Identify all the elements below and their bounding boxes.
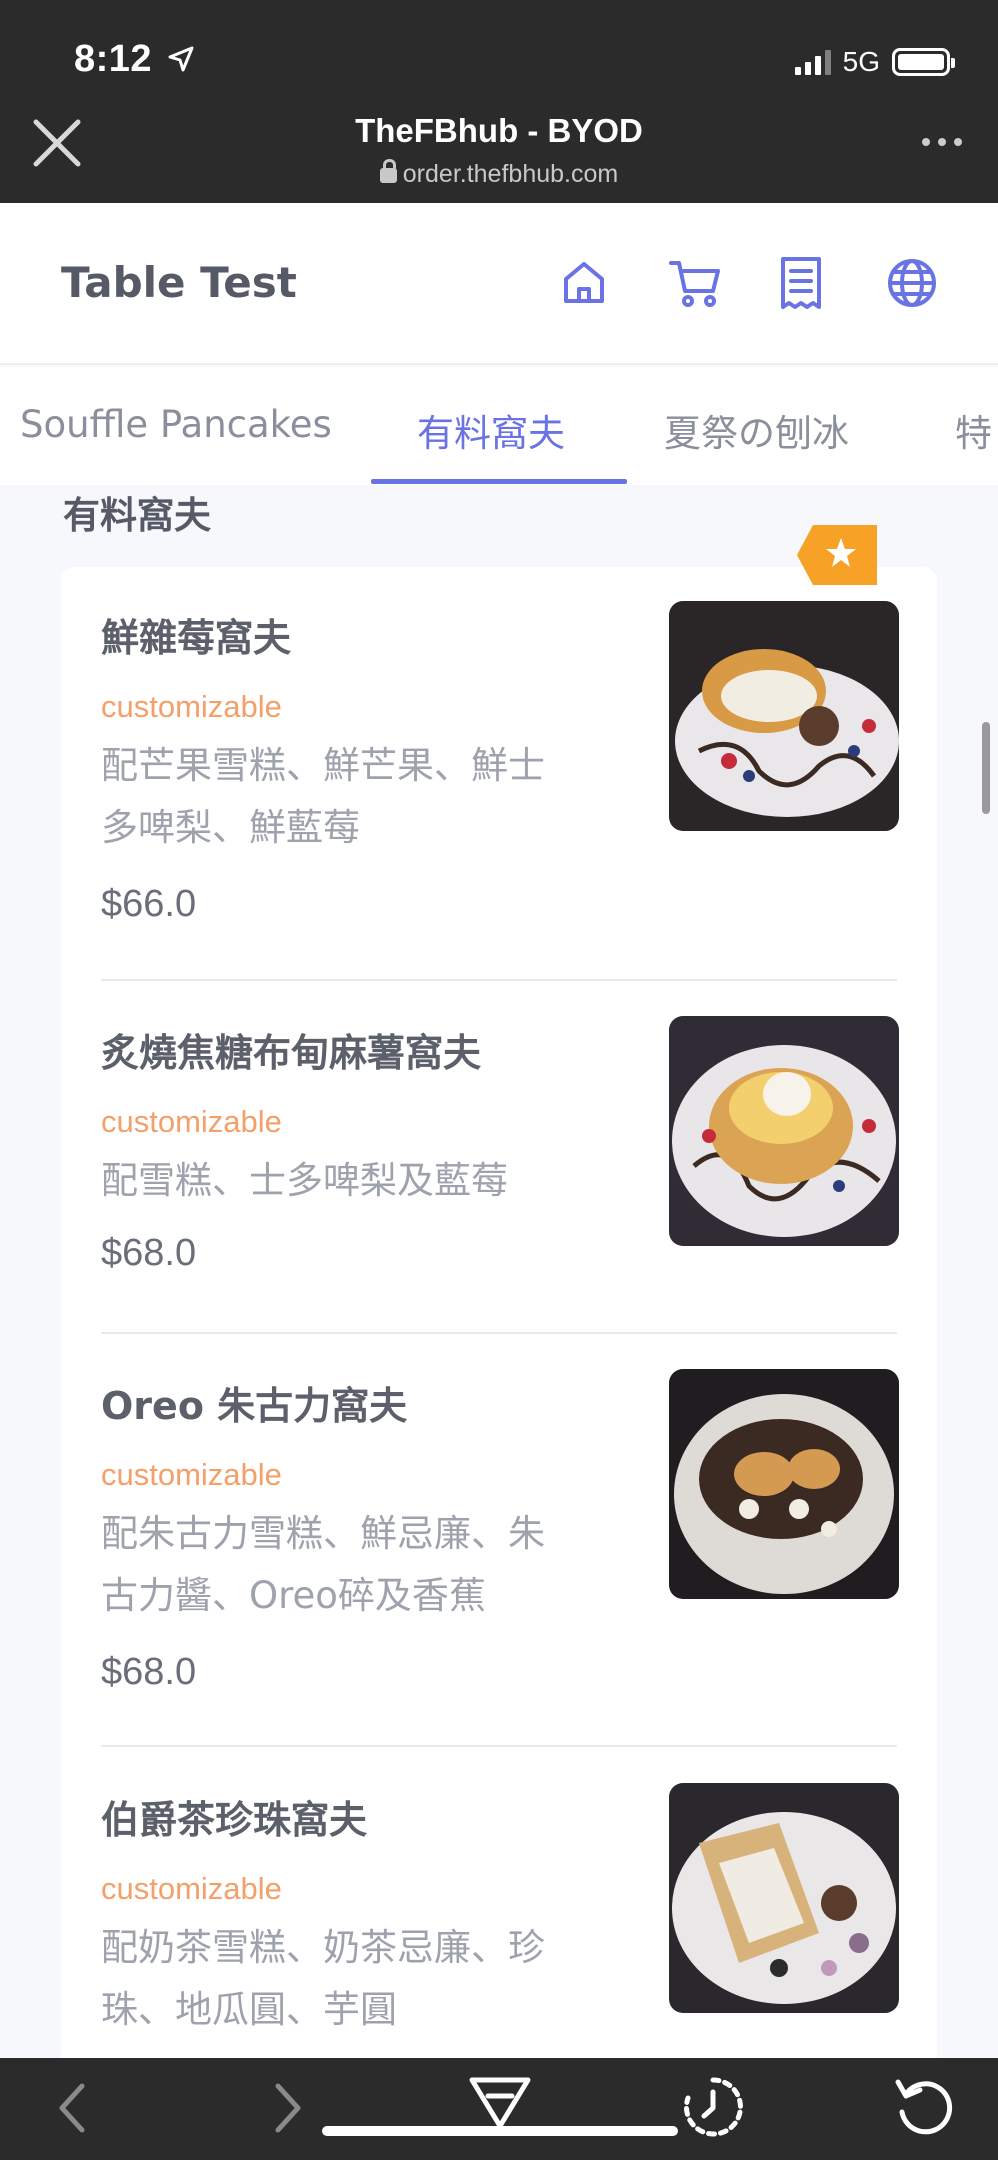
refresh-icon[interactable] bbox=[892, 2074, 956, 2140]
tab-souffle-pancakes[interactable]: Souffle Pancakes bbox=[20, 403, 332, 446]
history-icon[interactable] bbox=[680, 2074, 746, 2140]
home-indicator[interactable] bbox=[322, 2126, 678, 2136]
item-price: $68.0 bbox=[101, 1232, 197, 1274]
item-image bbox=[669, 1783, 899, 2013]
item-description: 配奶茶雪糕、奶茶忌廉、珍珠、地瓜圓、芋圓 bbox=[101, 1926, 545, 2031]
featured-star-icon bbox=[797, 525, 877, 585]
network-label: 5G bbox=[842, 46, 880, 77]
tab-waffles[interactable]: 有料窩夫 bbox=[417, 403, 565, 457]
menu-card: 鮮雜莓窩夫 customizable 配芒果雪糕、鮮芒果、鮮士多啤梨、鮮藍莓 $… bbox=[61, 567, 937, 2058]
menu-item[interactable]: Oreo 朱古力窩夫 customizable 配朱古力雪糕、鮮忌廉、朱古力醬、… bbox=[101, 1369, 899, 1745]
tab-shaved-ice[interactable]: 夏祭の刨冰 bbox=[664, 403, 849, 457]
menu-item[interactable]: 鮮雜莓窩夫 customizable 配芒果雪糕、鮮芒果、鮮士多啤梨、鮮藍莓 $… bbox=[101, 601, 899, 977]
share-icon[interactable] bbox=[468, 2074, 532, 2132]
tab-special[interactable]: 特 bbox=[955, 403, 992, 457]
signal-icon bbox=[794, 49, 831, 75]
browser-url-text: order.thefbhub.com bbox=[402, 160, 619, 188]
active-tab-indicator bbox=[371, 479, 627, 484]
menu-item[interactable]: 炙燒焦糖布甸麻薯窩夫 customizable 配雪糕、士多啤梨及藍莓 $68.… bbox=[101, 1016, 899, 1322]
item-image bbox=[669, 1369, 899, 1599]
category-tabs: Souffle Pancakes 有料窩夫 夏祭の刨冰 特 bbox=[0, 367, 998, 485]
item-image bbox=[669, 1016, 899, 1246]
item-image bbox=[669, 601, 899, 831]
battery-icon bbox=[892, 48, 955, 76]
receipt-icon[interactable] bbox=[773, 255, 829, 311]
item-description: 配雪糕、士多啤梨及藍莓 bbox=[101, 1159, 508, 1202]
app-header: Table Test bbox=[0, 203, 998, 365]
menu-item[interactable]: 伯爵茶珍珠窩夫 customizable 配奶茶雪糕、奶茶忌廉、珍珠、地瓜圓、芋… bbox=[101, 1783, 899, 2058]
item-divider bbox=[101, 1332, 897, 1334]
more-options-icon[interactable] bbox=[922, 138, 962, 146]
item-tag: customizable bbox=[101, 689, 282, 724]
item-description: 配朱古力雪糕、鮮忌廉、朱古力醬、Oreo碎及香蕉 bbox=[101, 1512, 545, 1617]
page: 8:12 5G TheFBhub - BYOD order.thefbhub.c… bbox=[0, 0, 998, 2160]
browser-title: TheFBhub - BYOD bbox=[355, 112, 643, 149]
item-description: 配芒果雪糕、鮮芒果、鮮士多啤梨、鮮藍莓 bbox=[101, 744, 545, 849]
item-divider bbox=[101, 1745, 897, 1747]
status-time: 8:12 bbox=[74, 38, 153, 80]
item-price: $68.0 bbox=[101, 1651, 197, 1693]
item-tag: customizable bbox=[101, 1457, 282, 1492]
status-indicators: 5G bbox=[794, 46, 955, 78]
page-title: Table Test bbox=[61, 258, 297, 307]
cart-icon[interactable] bbox=[667, 255, 723, 311]
globe-icon[interactable] bbox=[884, 255, 940, 311]
forward-icon[interactable] bbox=[268, 2078, 308, 2138]
item-price: $66.0 bbox=[101, 883, 197, 925]
browser-chrome: 8:12 5G TheFBhub - BYOD order.thefbhub.c… bbox=[0, 0, 998, 203]
item-name: 伯爵茶珍珠窩夫 bbox=[101, 1798, 368, 1842]
browser-url: order.thefbhub.com bbox=[0, 159, 998, 189]
location-arrow-icon bbox=[168, 46, 194, 72]
item-name: 炙燒焦糖布甸麻薯窩夫 bbox=[101, 1031, 482, 1075]
scrollbar[interactable] bbox=[982, 722, 990, 814]
item-name: Oreo 朱古力窩夫 bbox=[101, 1384, 408, 1428]
item-divider bbox=[101, 979, 897, 981]
item-tag: customizable bbox=[101, 1104, 282, 1139]
menu-content: 有料窩夫 鮮雜莓窩夫 customizable 配芒果雪糕、鮮芒果、鮮士多啤梨、… bbox=[0, 485, 998, 2058]
section-heading: 有料窩夫 bbox=[63, 494, 211, 537]
back-icon[interactable] bbox=[52, 2078, 92, 2138]
lock-icon bbox=[379, 159, 397, 183]
browser-bottom-bar bbox=[0, 2058, 998, 2160]
home-icon[interactable] bbox=[556, 255, 612, 311]
item-tag: customizable bbox=[101, 1871, 282, 1906]
item-name: 鮮雜莓窩夫 bbox=[101, 616, 292, 660]
